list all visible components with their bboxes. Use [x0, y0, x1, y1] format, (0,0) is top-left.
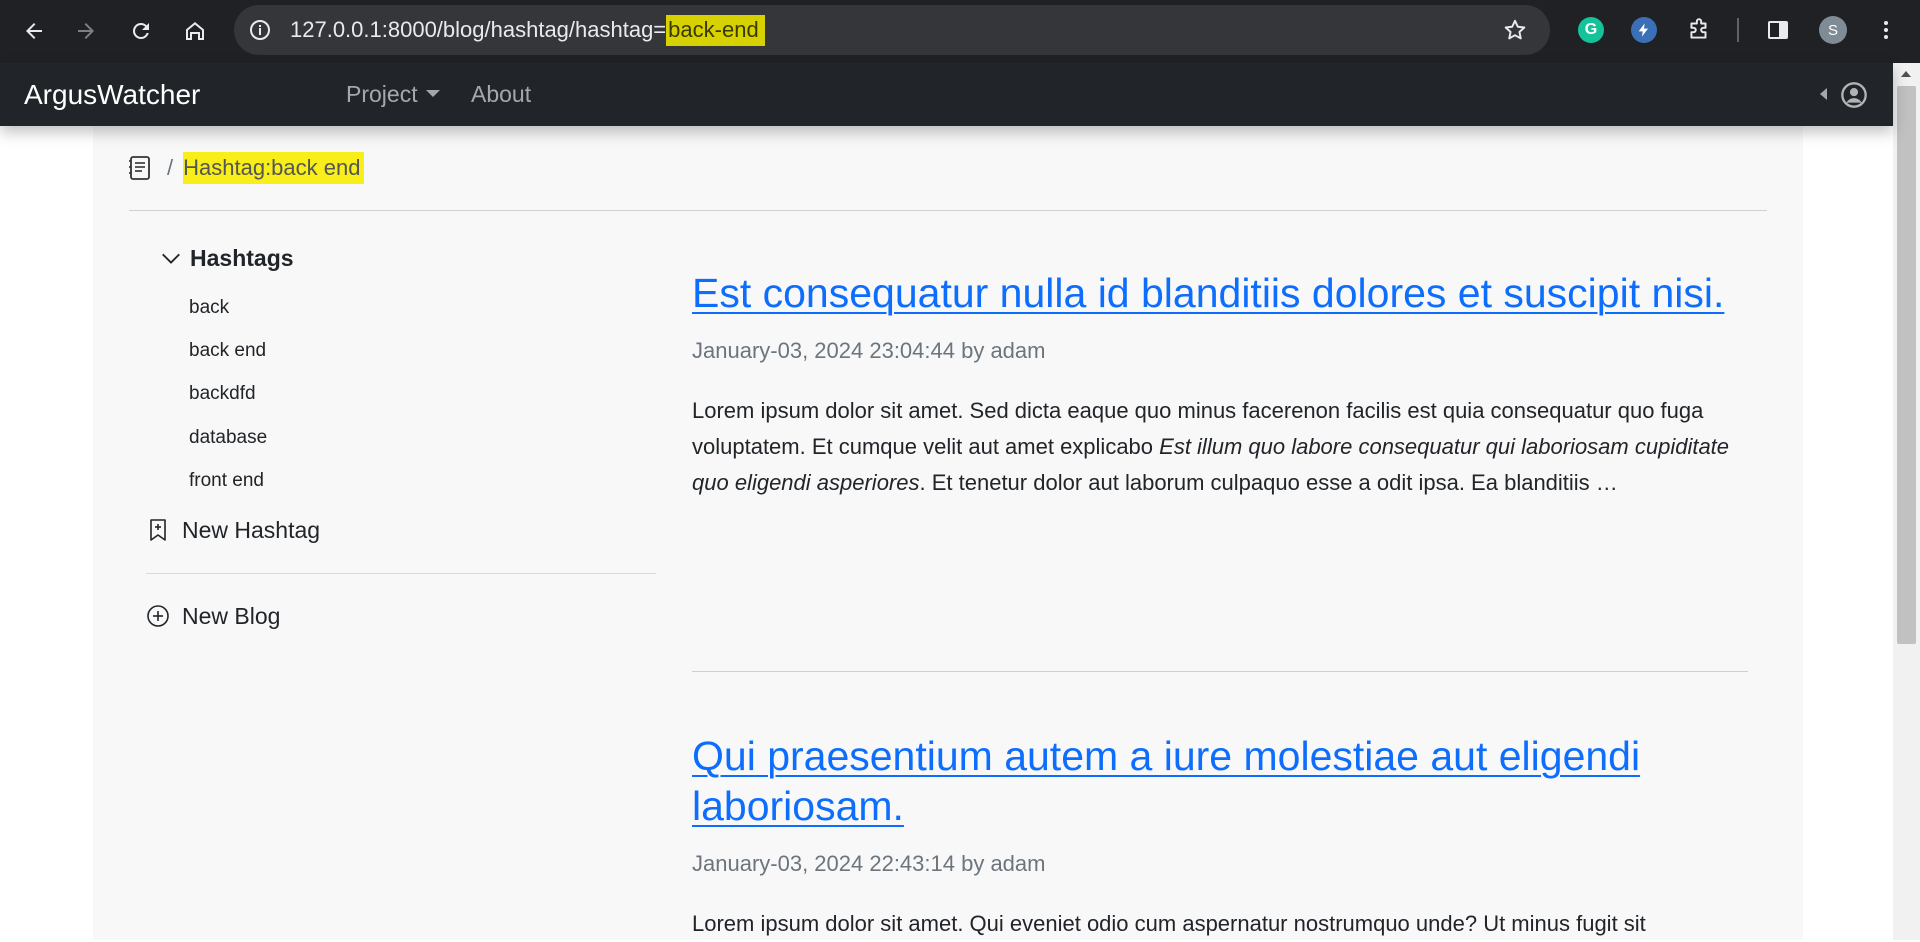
browser-toolbar: 127.0.0.1:8000/blog/hashtag/hashtag=back…: [0, 0, 1920, 63]
sidebar-tag-backdfd[interactable]: backdfd: [189, 379, 256, 409]
user-circle-icon[interactable]: [1840, 81, 1868, 109]
post-item: Est consequatur nulla id blanditiis dolo…: [692, 268, 1748, 501]
post-meta: January-03, 2024 22:43:14 by adam: [692, 851, 1046, 876]
site-info-icon[interactable]: [248, 18, 272, 42]
back-button[interactable]: [14, 11, 54, 51]
home-icon: [186, 22, 204, 40]
site-brand[interactable]: ArgusWatcher: [24, 63, 200, 126]
reload-icon: [132, 22, 149, 39]
grammarly-extension-button[interactable]: G: [1575, 14, 1607, 46]
plus-circle-icon: [147, 605, 169, 627]
kebab-menu-icon: [1884, 21, 1888, 39]
post-excerpt: Lorem ipsum dolor sit amet. Qui eveniet …: [692, 906, 1748, 942]
reload-button[interactable]: [121, 11, 161, 51]
breadcrumb-current: Hashtag:back end: [183, 152, 365, 184]
post-item: Qui praesentium autem a iure molestiae a…: [692, 731, 1748, 942]
post-meta: January-03, 2024 23:04:44 by adam: [692, 338, 1046, 363]
page-scrollbar[interactable]: [1893, 63, 1920, 940]
post-excerpt-tail: . Et tenetur dolor aut laborum culpaquo …: [919, 470, 1618, 495]
sidebar-divider: [146, 573, 656, 574]
post-title-link[interactable]: Est consequatur nulla id blanditiis dolo…: [692, 268, 1748, 318]
url-text[interactable]: 127.0.0.1:8000/blog/hashtag/hashtag=back…: [290, 5, 765, 55]
scrollbar-thumb[interactable]: [1897, 86, 1916, 644]
home-button[interactable]: [175, 11, 215, 51]
grammarly-icon: G: [1578, 17, 1604, 43]
bolt-icon: [1631, 17, 1657, 43]
new-hashtag-label: New Hashtag: [182, 516, 321, 543]
caret-left-icon[interactable]: [1820, 88, 1827, 100]
side-panel-button[interactable]: [1762, 14, 1794, 46]
nav-project-label: Project: [346, 81, 418, 107]
extensions-button[interactable]: [1683, 14, 1715, 46]
forward-button[interactable]: [66, 11, 106, 51]
post-excerpt-text: Lorem ipsum dolor sit amet. Qui eveniet …: [692, 911, 1646, 936]
puzzle-icon: [1690, 18, 1707, 39]
chevron-down-icon: [162, 253, 180, 264]
bolt-extension-button[interactable]: [1628, 14, 1660, 46]
hashtags-toggle[interactable]: Hashtags: [160, 240, 294, 276]
post-excerpt: Lorem ipsum dolor sit amet. Sed dicta ea…: [692, 393, 1748, 501]
post-divider: [692, 671, 1748, 672]
journal-icon[interactable]: [129, 155, 151, 181]
side-panel-icon: [1768, 21, 1788, 39]
url-highlight: back-end: [666, 15, 765, 46]
bookmark-star-icon[interactable]: [1502, 17, 1528, 43]
sidebar-tag-back[interactable]: back: [189, 293, 229, 323]
sidebar-tag-front-end[interactable]: front end: [189, 466, 264, 496]
browser-menu-button[interactable]: [1870, 14, 1902, 46]
nav-about-link[interactable]: About: [471, 63, 531, 126]
arrow-left-icon: [26, 23, 42, 39]
sidebar-tag-database[interactable]: database: [189, 423, 267, 453]
scroll-up-arrow-icon[interactable]: [1901, 71, 1911, 77]
hashtags-title: Hashtags: [190, 244, 294, 271]
new-hashtag-button[interactable]: New Hashtag: [146, 512, 320, 548]
breadcrumb-separator: /: [167, 155, 174, 180]
post-title-link[interactable]: Qui praesentium autem a iure molestiae a…: [692, 731, 1748, 831]
site-navbar: ArgusWatcher Project About: [0, 63, 1893, 126]
breadcrumb-divider: [129, 210, 1767, 211]
url-prefix: 127.0.0.1:8000/blog/hashtag/hashtag=: [290, 17, 667, 42]
arrow-right-icon: [78, 23, 94, 39]
toolbar-divider: [1737, 18, 1739, 42]
caret-down-icon: [425, 90, 440, 98]
sidebar-tag-back-end[interactable]: back end: [189, 336, 266, 366]
profile-button[interactable]: S: [1817, 14, 1849, 46]
nav-project-dropdown[interactable]: Project: [346, 63, 440, 126]
profile-avatar: S: [1819, 16, 1847, 44]
breadcrumb: / Hashtag:back end: [129, 150, 365, 186]
bookmark-plus-icon: [150, 519, 166, 541]
breadcrumb-current-label: Hashtag:back end: [183, 152, 365, 184]
new-blog-button[interactable]: New Blog: [146, 598, 280, 634]
address-bar[interactable]: 127.0.0.1:8000/blog/hashtag/hashtag=back…: [234, 5, 1550, 55]
new-blog-label: New Blog: [182, 602, 281, 629]
